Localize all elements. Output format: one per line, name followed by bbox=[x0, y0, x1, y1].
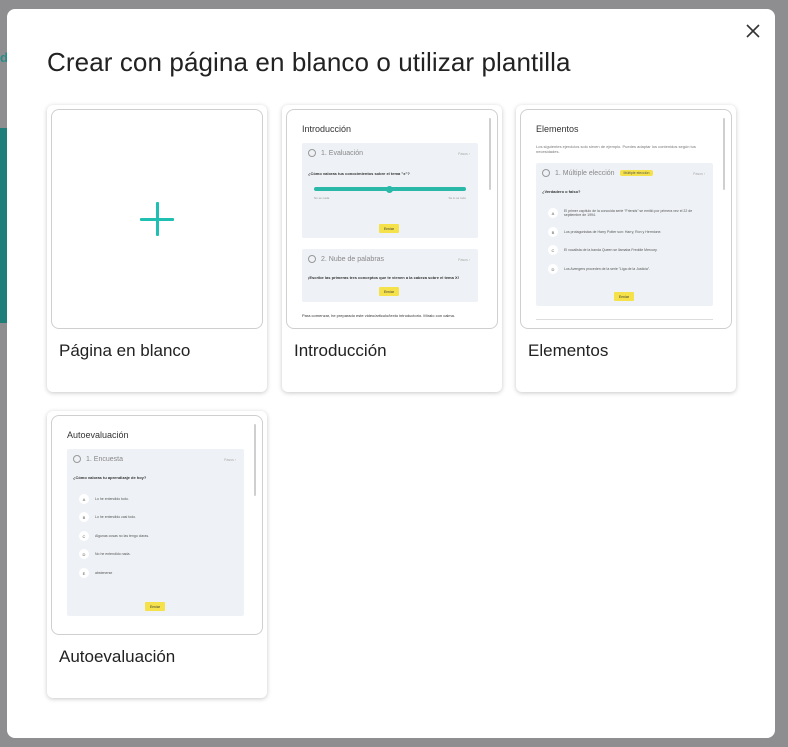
thumb-option-text: No he entendido nada. bbox=[95, 552, 131, 556]
thumb-question-meta: Pasos › bbox=[458, 152, 470, 156]
thumb-question-meta: Pasos › bbox=[458, 258, 470, 262]
thumb-question-meta: Pasos › bbox=[224, 458, 236, 462]
thumb-option-text: El vocalista de la banda Queen se llamab… bbox=[564, 248, 658, 252]
template-label: Página en blanco bbox=[59, 341, 191, 360]
thumb-range-min: No sé nada bbox=[314, 196, 330, 200]
thumb-option-letter: D bbox=[548, 264, 558, 274]
thumb-question-head: 1. Múltiple elección Múltiple elección bbox=[542, 169, 654, 177]
thumb-title: Introducción bbox=[302, 124, 352, 134]
template-card-blank[interactable]: Página en blanco bbox=[47, 105, 267, 392]
thumb-option-letter: B bbox=[79, 512, 89, 522]
thumb-title: Autoevaluación bbox=[67, 430, 129, 440]
thumb-submit-button: Enviar bbox=[379, 224, 399, 233]
thumb-divider bbox=[536, 319, 713, 320]
thumb-question-text: ¿Verdadero o falso? bbox=[542, 189, 581, 194]
thumb-question-text: ¡Escribe las primeras tres conceptos que… bbox=[308, 275, 459, 280]
thumb-option: D Los Avengers proceden de la serie "Lig… bbox=[548, 264, 650, 274]
thumb-option-letter: A bbox=[79, 494, 89, 504]
thumb-scrollbar bbox=[723, 118, 725, 190]
check-circle-icon bbox=[73, 455, 81, 463]
modal-title: Crear con página en blanco o utilizar pl… bbox=[47, 47, 571, 77]
thumb-option-text: Los Avengers proceden de la serie "Liga … bbox=[564, 267, 651, 271]
thumb-question-text: ¿Cómo valoras tus conocimientos sobre el… bbox=[308, 171, 410, 176]
thumb-submit-button: Enviar bbox=[145, 602, 165, 611]
thumb-question-head: 2. Nube de palabras bbox=[308, 255, 384, 263]
template-label: Introducción bbox=[294, 341, 387, 360]
thumb-option-text: abstenerse bbox=[95, 571, 113, 575]
template-thumbnail: Autoevaluación 1. Encuesta Pasos › ¿Cómo… bbox=[51, 415, 263, 635]
thumb-title: Elementos bbox=[536, 124, 579, 134]
template-card-introduccion[interactable]: Introducción 1. Evaluación Pasos › ¿Cómo… bbox=[282, 105, 502, 392]
thumb-option-letter: C bbox=[79, 531, 89, 541]
thumb-question-block: 1. Encuesta Pasos › ¿Cómo valoras tu apr… bbox=[67, 449, 244, 616]
thumb-option: C El vocalista de la banda Queen se llam… bbox=[548, 245, 658, 255]
thumb-question-head: 1. Evaluación bbox=[308, 149, 363, 157]
thumb-option-letter: B bbox=[548, 227, 558, 237]
thumb-range-max: Sé lo sé todo bbox=[448, 196, 466, 200]
close-icon bbox=[746, 24, 760, 38]
thumb-submit-button: Enviar bbox=[379, 287, 399, 296]
plus-icon bbox=[140, 202, 174, 236]
thumb-footer-text: Para comenzar, he preparado este video/a… bbox=[302, 313, 455, 318]
close-button[interactable] bbox=[745, 23, 761, 39]
thumb-option: C Algunas cosas no las tengo claras. bbox=[79, 531, 149, 541]
thumb-option: A Lo he entendido todo. bbox=[79, 494, 129, 504]
thumb-question-tag: Múltiple elección bbox=[619, 170, 654, 176]
thumb-slider bbox=[314, 185, 466, 193]
check-circle-icon bbox=[308, 255, 316, 263]
thumb-option-letter: D bbox=[79, 549, 89, 559]
thumb-option-text: Lo he entendido todo. bbox=[95, 497, 129, 501]
check-circle-icon bbox=[308, 149, 316, 157]
thumb-option-text: Algunas cosas no las tengo claras. bbox=[95, 534, 150, 538]
thumb-question-head: 1. Encuesta bbox=[73, 455, 123, 463]
thumb-option: A El primer capítulo de la conocida seri… bbox=[548, 208, 704, 218]
thumb-slider-knob bbox=[386, 185, 393, 193]
thumb-description: Los siguientes ejercicios solo sirven de… bbox=[536, 144, 696, 154]
thumb-option: B Lo he entendido casi todo. bbox=[79, 512, 136, 522]
thumb-option: B Los protagonistas de Harry Potter son:… bbox=[548, 227, 661, 237]
template-thumbnail bbox=[51, 109, 263, 329]
thumb-option-letter: E bbox=[79, 568, 89, 578]
thumb-option: D No he entendido nada. bbox=[79, 549, 130, 559]
thumb-question-text: ¿Cómo valoras tu aprendizaje de hoy? bbox=[73, 475, 147, 480]
thumb-option-text: El primer capítulo de la conocida serie … bbox=[564, 209, 693, 217]
thumb-question-meta: Pasos › bbox=[693, 172, 705, 176]
thumb-scrollbar bbox=[254, 424, 256, 496]
template-card-autoevaluacion[interactable]: Autoevaluación 1. Encuesta Pasos › ¿Cómo… bbox=[47, 411, 267, 698]
template-label: Elementos bbox=[528, 341, 609, 360]
template-label: Autoevaluación bbox=[59, 647, 176, 666]
thumb-option-text: Los protagonistas de Harry Potter son: H… bbox=[564, 230, 662, 234]
thumb-question-block: 2. Nube de palabras Pasos › ¡Escribe las… bbox=[302, 249, 478, 302]
thumb-submit-button: Enviar bbox=[614, 292, 634, 301]
thumb-question-block: 1. Múltiple elección Múltiple elección P… bbox=[536, 163, 713, 306]
template-thumbnail: Elementos Los siguientes ejercicios solo… bbox=[520, 109, 732, 329]
thumb-scrollbar bbox=[489, 118, 491, 190]
thumb-option-letter: C bbox=[548, 245, 558, 255]
thumb-option-letter: A bbox=[548, 208, 558, 218]
check-circle-icon bbox=[542, 169, 550, 177]
thumb-question-block: 1. Evaluación Pasos › ¿Cómo valoras tus … bbox=[302, 143, 478, 238]
thumb-option: E abstenerse bbox=[79, 568, 112, 578]
background-panel bbox=[0, 128, 7, 323]
template-modal: Crear con página en blanco o utilizar pl… bbox=[7, 9, 775, 738]
template-card-elementos[interactable]: Elementos Los siguientes ejercicios solo… bbox=[516, 105, 736, 392]
thumb-option-text: Lo he entendido casi todo. bbox=[95, 515, 137, 519]
template-thumbnail: Introducción 1. Evaluación Pasos › ¿Cómo… bbox=[286, 109, 498, 329]
